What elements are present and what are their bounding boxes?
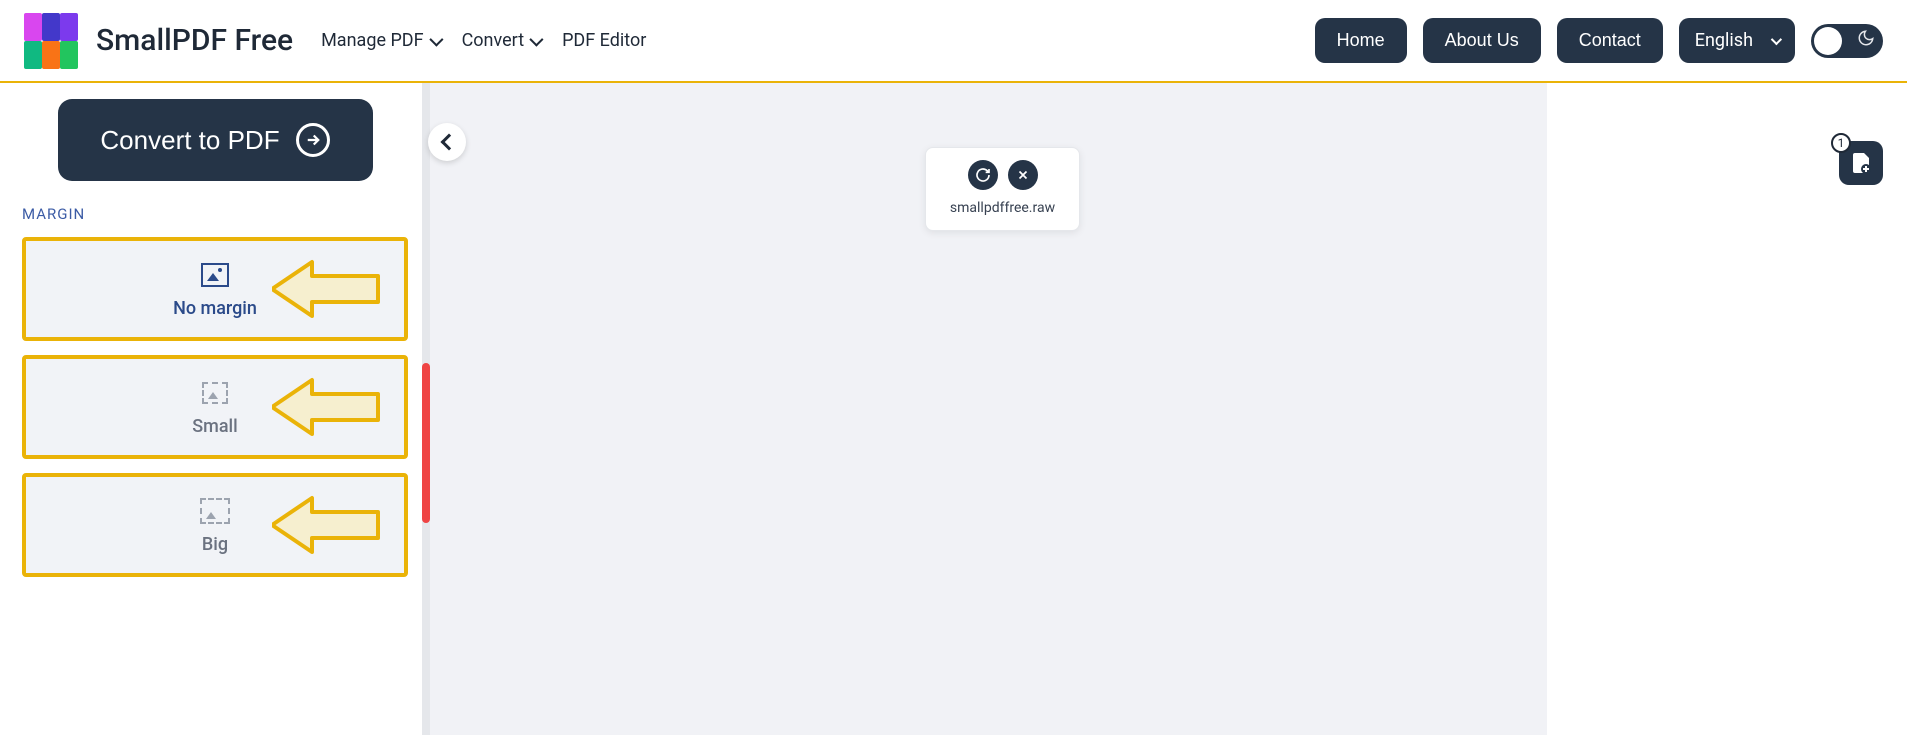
file-card[interactable]: smallpdffree.raw <box>925 147 1080 231</box>
nav-manage-pdf[interactable]: Manage PDF <box>321 30 439 51</box>
language-select[interactable]: English <box>1679 18 1795 63</box>
add-file-button[interactable]: 1 <box>1839 141 1883 185</box>
convert-label: Convert to PDF <box>100 125 279 156</box>
top-nav: Manage PDF Convert PDF Editor <box>321 30 646 51</box>
logo-icon <box>24 13 78 69</box>
chevron-down-icon <box>529 32 543 46</box>
language-label: English <box>1695 30 1753 51</box>
image-full-icon <box>200 260 230 290</box>
convert-to-pdf-button[interactable]: Convert to PDF <box>58 99 373 181</box>
margin-option-big[interactable]: Big <box>22 473 408 577</box>
annotation-arrow-icon <box>272 492 382 558</box>
nav-label: Convert <box>462 30 525 51</box>
nav-label: PDF Editor <box>562 30 646 51</box>
option-label: No margin <box>173 298 257 319</box>
brand-title: SmallPDF Free <box>96 23 293 58</box>
arrow-right-circle-icon <box>296 123 330 157</box>
main-canvas: smallpdffree.raw 1 <box>430 83 1907 735</box>
collapse-sidebar-button[interactable] <box>428 123 466 161</box>
dark-mode-toggle[interactable] <box>1811 24 1883 58</box>
header-buttons: Home About Us Contact English <box>1315 18 1883 63</box>
body-layout: Convert to PDF MARGIN No margin Small <box>0 83 1907 735</box>
remove-file-button[interactable] <box>1008 160 1038 190</box>
sidebar: Convert to PDF MARGIN No margin Small <box>0 83 430 735</box>
logo-block[interactable]: SmallPDF Free <box>24 13 293 69</box>
image-big-margin-icon <box>200 496 230 526</box>
toggle-knob <box>1814 27 1842 55</box>
file-actions <box>968 160 1038 190</box>
moon-icon <box>1857 29 1875 52</box>
nav-pdf-editor[interactable]: PDF Editor <box>562 30 646 51</box>
option-label: Big <box>202 534 228 555</box>
annotation-arrow-icon <box>272 256 382 322</box>
chevron-down-icon <box>1771 33 1782 44</box>
chevron-left-icon <box>441 134 458 151</box>
chevron-down-icon <box>429 32 443 46</box>
section-margin-label: MARGIN <box>22 205 408 223</box>
file-name-label: smallpdffree.raw <box>950 200 1055 216</box>
rotate-icon <box>975 167 991 183</box>
annotation-arrow-icon <box>272 374 382 440</box>
header-bar: SmallPDF Free Manage PDF Convert PDF Edi… <box>0 0 1907 83</box>
file-count-badge: 1 <box>1831 133 1851 153</box>
margin-option-small[interactable]: Small <box>22 355 408 459</box>
about-button[interactable]: About Us <box>1423 18 1541 63</box>
image-small-margin-icon <box>200 378 230 408</box>
sidebar-scrollbar[interactable] <box>422 83 430 735</box>
close-icon <box>1016 168 1030 182</box>
margin-option-none[interactable]: No margin <box>22 237 408 341</box>
contact-button[interactable]: Contact <box>1557 18 1663 63</box>
file-add-icon <box>1849 151 1873 175</box>
option-label: Small <box>192 416 237 437</box>
scrollbar-thumb[interactable] <box>422 363 430 523</box>
nav-label: Manage PDF <box>321 30 423 51</box>
nav-convert[interactable]: Convert <box>462 30 541 51</box>
rotate-button[interactable] <box>968 160 998 190</box>
home-button[interactable]: Home <box>1315 18 1407 63</box>
